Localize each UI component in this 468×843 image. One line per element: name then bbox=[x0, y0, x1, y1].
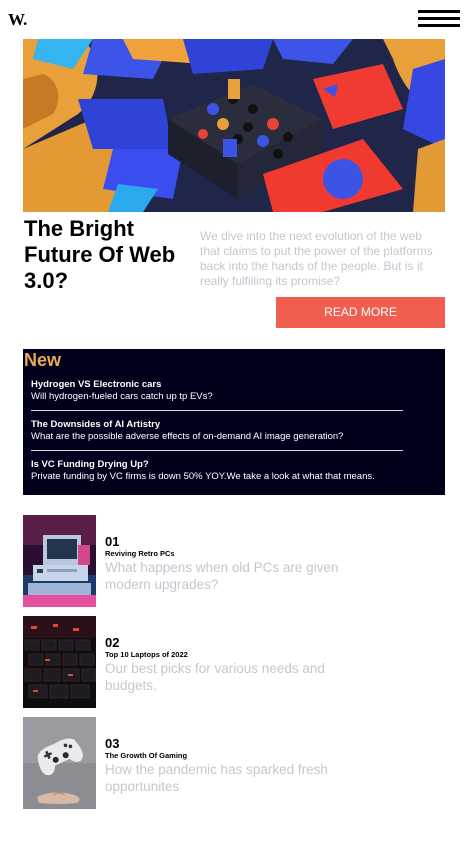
new-section-heading: New bbox=[24, 350, 62, 370]
news-item[interactable]: The Downsides of AI Artistry What are th… bbox=[31, 419, 403, 443]
article-number: 01 bbox=[105, 534, 120, 549]
article-title[interactable]: Top 10 Laptops of 2022 bbox=[105, 650, 188, 659]
page: W. The Bright Future Of Web 3.0? We dive… bbox=[0, 0, 468, 843]
featured-summary: We dive into the next evolution of the w… bbox=[200, 229, 433, 288]
menu-bar bbox=[418, 10, 460, 13]
article-thumbnail-laptop-keyboard[interactable] bbox=[23, 616, 96, 708]
menu-bar bbox=[418, 17, 460, 20]
featured-title[interactable]: The Bright Future Of Web 3.0? bbox=[24, 216, 194, 294]
read-more-button[interactable]: READ MORE bbox=[276, 297, 445, 328]
article-card[interactable]: 02 Top 10 Laptops of 2022 Our best picks… bbox=[23, 616, 443, 708]
hero-image bbox=[23, 39, 445, 212]
article-thumbnail-game-controller[interactable] bbox=[23, 717, 96, 809]
news-item-description: Will hydrogen-fueled cars catch up tp EV… bbox=[31, 391, 213, 402]
news-item-title[interactable]: Is VC Funding Drying Up? bbox=[31, 459, 403, 471]
article-description: What happens when old PCs are given mode… bbox=[105, 560, 339, 592]
news-item[interactable]: Hydrogen VS Electronic cars Will hydroge… bbox=[31, 379, 403, 403]
site-logo[interactable]: W. bbox=[8, 10, 27, 30]
article-title[interactable]: The Growth Of Gaming bbox=[105, 751, 187, 760]
news-item-description: What are the possible adverse effects of… bbox=[31, 431, 344, 442]
news-item-title[interactable]: The Downsides of AI Artistry bbox=[31, 419, 403, 431]
article-description: Our best picks for various needs and bud… bbox=[105, 661, 325, 693]
article-thumbnail-retro-pc[interactable] bbox=[23, 515, 96, 607]
article-card[interactable]: 03 The Growth Of Gaming How the pandemic… bbox=[23, 717, 443, 809]
hamburger-menu-icon[interactable] bbox=[418, 10, 460, 27]
divider bbox=[31, 410, 403, 411]
news-item[interactable]: Is VC Funding Drying Up? Private funding… bbox=[31, 459, 403, 483]
divider bbox=[31, 450, 403, 451]
news-item-title[interactable]: Hydrogen VS Electronic cars bbox=[31, 379, 403, 391]
news-item-description: Private funding by VC firms is down 50% … bbox=[31, 471, 375, 482]
article-description: How the pandemic has sparked fresh oppor… bbox=[105, 762, 328, 794]
article-card[interactable]: 01 Reviving Retro PCs What happens when … bbox=[23, 515, 443, 607]
article-title[interactable]: Reviving Retro PCs bbox=[105, 549, 175, 558]
menu-bar bbox=[418, 24, 460, 27]
article-number: 02 bbox=[105, 635, 120, 650]
new-section: New Hydrogen VS Electronic cars Will hyd… bbox=[23, 349, 445, 495]
article-number: 03 bbox=[105, 736, 120, 751]
